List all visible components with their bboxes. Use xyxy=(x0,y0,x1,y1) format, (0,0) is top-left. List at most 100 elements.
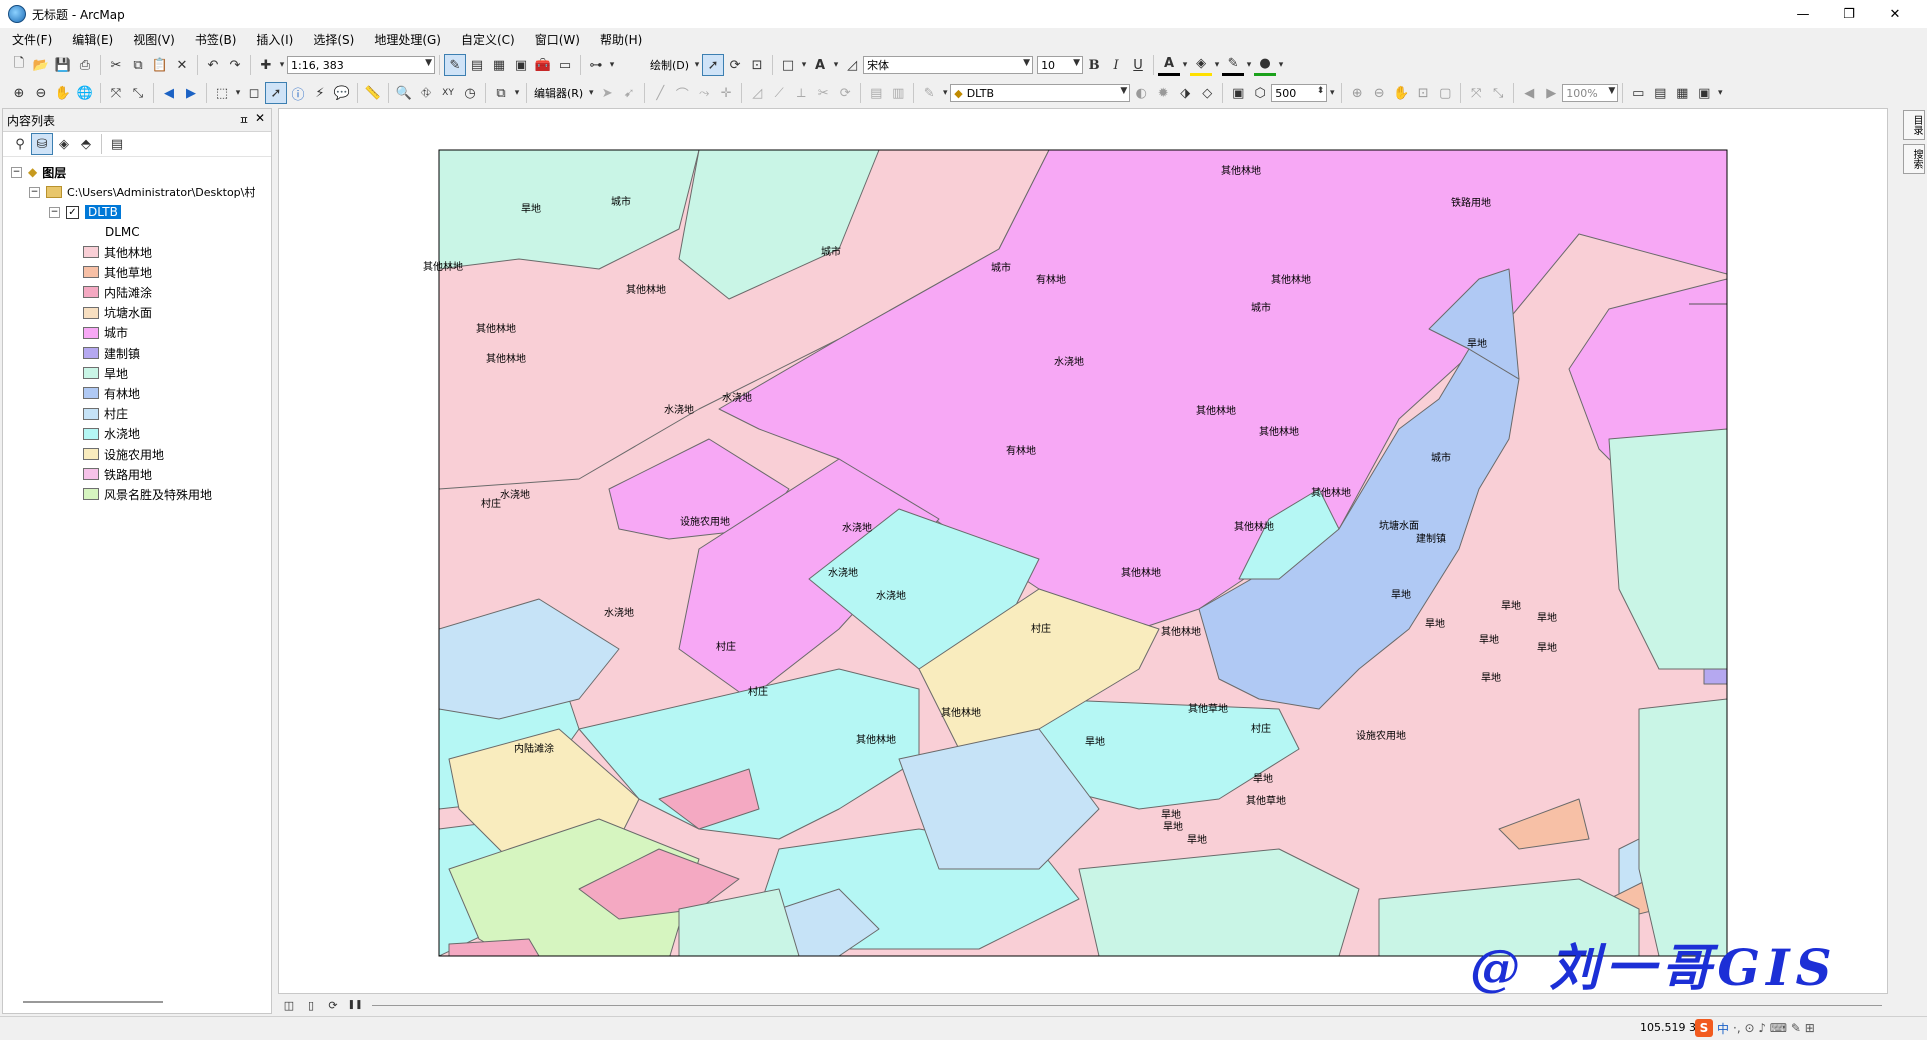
measure-icon[interactable]: 📏 xyxy=(362,82,384,104)
legend-swatch[interactable] xyxy=(83,326,99,339)
close-icon[interactable]: ✕ xyxy=(255,111,265,125)
legend-item[interactable]: 其他林地 xyxy=(83,243,152,261)
chevron-down-icon[interactable]: ▾ xyxy=(512,82,522,104)
data-driven-pages-icon[interactable]: ▣ xyxy=(1693,82,1715,104)
modelbuilder-icon[interactable]: ⊶ xyxy=(585,54,607,76)
map-display[interactable]: 城市 城市 城市 城市 城市 其他林地 其他林地 其他林地 其他林地 其他林地 其他林地 其他林地 其他… xyxy=(278,108,1888,994)
minimize-button[interactable]: — xyxy=(1780,0,1826,28)
legend-swatch[interactable] xyxy=(83,468,99,481)
copy-icon[interactable]: ⧉ xyxy=(127,54,149,76)
catalog-icon[interactable]: ▦ xyxy=(488,54,510,76)
legend-item[interactable]: 坑塘水面 xyxy=(83,304,152,322)
zoom-out-icon[interactable]: ⊖ xyxy=(30,82,52,104)
rotate-icon[interactable]: ⟳ xyxy=(724,54,746,76)
contrast-icon[interactable]: ◐ xyxy=(1130,82,1152,104)
legend-item[interactable]: 城市 xyxy=(83,324,128,342)
font-combo[interactable]: 宋体 ▼ xyxy=(863,56,1034,74)
legend-swatch[interactable] xyxy=(83,407,99,420)
zoom-combo[interactable]: 100% ▼ xyxy=(1562,84,1619,102)
catalog-tab[interactable]: 目录 xyxy=(1903,110,1925,140)
legend-swatch[interactable] xyxy=(83,427,99,440)
legend-swatch[interactable] xyxy=(83,286,99,299)
legend-swatch[interactable] xyxy=(83,367,99,380)
menu-edit[interactable]: 编辑(E) xyxy=(60,31,121,48)
layer-combo[interactable]: ◆ DLTB ▼ xyxy=(950,84,1131,102)
chevron-down-icon[interactable]: ▾ xyxy=(1327,82,1337,104)
list-by-visibility-icon[interactable]: ◈ xyxy=(53,133,75,155)
pin-icon[interactable]: ㅍ xyxy=(239,112,249,128)
chevron-down-icon[interactable]: ▾ xyxy=(1180,54,1190,76)
bold-button[interactable]: B xyxy=(1083,54,1105,76)
point-icon[interactable]: ✛ xyxy=(715,82,737,104)
undo-icon[interactable]: ↶ xyxy=(202,54,224,76)
brightness-icon[interactable]: ✹ xyxy=(1152,82,1174,104)
back-extent-icon[interactable]: ◀ xyxy=(158,82,180,104)
legend-swatch[interactable] xyxy=(83,246,99,258)
zoom-whole-page-icon[interactable]: ⊡ xyxy=(746,54,768,76)
select-elements-icon[interactable]: ➚ xyxy=(265,82,287,104)
create-viewer-window-icon[interactable]: ⧉ xyxy=(490,82,512,104)
save-icon[interactable]: 💾 xyxy=(52,54,74,76)
tree-root[interactable]: − ◆ 图层 xyxy=(11,163,66,181)
font-size-combo[interactable]: 10 ▼ xyxy=(1037,56,1084,74)
change-layout-icon[interactable]: ▦ xyxy=(1671,82,1693,104)
fixed-zoom-out-icon[interactable]: ⤡ xyxy=(1487,82,1509,104)
layout-view-icon[interactable]: ▯ xyxy=(300,994,322,1016)
zoom-in-icon[interactable]: ⊕ xyxy=(8,82,30,104)
reshape-icon[interactable]: ⟋ xyxy=(768,82,790,104)
layout-zoom-out-icon[interactable]: ⊖ xyxy=(1368,82,1390,104)
map-horizontal-scrollbar[interactable] xyxy=(372,1005,1882,1006)
legend-swatch[interactable] xyxy=(83,387,99,400)
chevron-down-icon[interactable]: ▾ xyxy=(692,54,702,76)
chevron-down-icon[interactable]: ▾ xyxy=(586,82,596,104)
tolerance-icon[interactable]: ⬡ xyxy=(1249,82,1271,104)
find-icon[interactable]: 🔍 xyxy=(393,82,415,104)
data-source-row[interactable]: − C:\Users\Administrator\Desktop\村 xyxy=(29,183,255,201)
pan-icon[interactable]: ✋ xyxy=(52,82,74,104)
sketch-properties-icon[interactable]: ▥ xyxy=(887,82,909,104)
arctoolbox-icon[interactable]: 🧰 xyxy=(532,54,554,76)
editor-menu[interactable]: 编辑器(R) xyxy=(531,85,586,101)
list-by-source-icon[interactable]: ⛁ xyxy=(31,133,53,155)
chevron-down-icon[interactable]: ▾ xyxy=(607,54,617,76)
legend-item[interactable]: 有林地 xyxy=(83,384,140,402)
table-of-contents-icon[interactable]: ▤ xyxy=(466,54,488,76)
endpoint-arc-icon[interactable]: ⌒ xyxy=(671,82,693,104)
chevron-down-icon[interactable]: ▾ xyxy=(831,54,841,76)
fixed-zoom-out-icon[interactable]: ⤡ xyxy=(127,82,149,104)
fixed-zoom-in-icon[interactable]: ⤧ xyxy=(105,82,127,104)
toc-horizontal-scrollbar[interactable] xyxy=(23,1001,163,1003)
edit-annotation-icon[interactable]: ➹ xyxy=(618,82,640,104)
menu-insert[interactable]: 插入(I) xyxy=(244,31,301,48)
delete-icon[interactable]: ✕ xyxy=(171,54,193,76)
edit-vertices-icon[interactable]: ◿ xyxy=(746,82,768,104)
collapse-icon[interactable]: − xyxy=(11,166,22,178)
chevron-down-icon[interactable]: ▾ xyxy=(799,54,809,76)
legend-item[interactable]: 风景名胜及特殊用地 xyxy=(83,485,212,503)
flicker-icon[interactable]: ◇ xyxy=(1196,82,1218,104)
rectangle-icon[interactable]: □ xyxy=(777,54,799,76)
legend-item[interactable]: 设施农用地 xyxy=(83,445,164,463)
options-icon[interactable]: ▤ xyxy=(106,133,128,155)
straight-segment-icon[interactable]: ╱ xyxy=(649,82,671,104)
close-button[interactable]: ✕ xyxy=(1872,0,1918,28)
legend-swatch[interactable] xyxy=(83,448,99,460)
attributes-icon[interactable]: ▤ xyxy=(865,82,887,104)
swipe-icon[interactable]: ⬗ xyxy=(1174,82,1196,104)
select-elements-icon[interactable]: ➚ xyxy=(702,54,725,76)
hyperlink-icon[interactable]: ⚡ xyxy=(309,82,331,104)
legend-item[interactable]: 铁路用地 xyxy=(83,465,152,483)
ime-mode[interactable]: 中 xyxy=(1717,1020,1729,1037)
chevron-down-icon[interactable]: ▾ xyxy=(940,82,950,104)
forward-extent-icon[interactable]: ▶ xyxy=(180,82,202,104)
search-window-icon[interactable]: ▣ xyxy=(510,54,532,76)
identify-icon[interactable]: ⓘ xyxy=(287,82,309,104)
python-window-icon[interactable]: ▭ xyxy=(554,54,576,76)
zoom-100-icon[interactable]: ▢ xyxy=(1434,82,1456,104)
fill-color-icon[interactable]: ◈ xyxy=(1190,55,1213,76)
forward-extent-icon[interactable]: ▶ xyxy=(1540,82,1562,104)
open-folder-icon[interactable]: 📂 xyxy=(30,54,52,76)
map-canvas[interactable]: 城市城市城市城市城市其他林地其他林地其他林地其他林地其他林地其他林地其他林地其他… xyxy=(279,109,1887,993)
trace-icon[interactable]: ⤳ xyxy=(693,82,715,104)
ime-tools[interactable]: ·, ⊙ ♪ ⌨ ✎ ⊞ xyxy=(1733,1021,1815,1035)
